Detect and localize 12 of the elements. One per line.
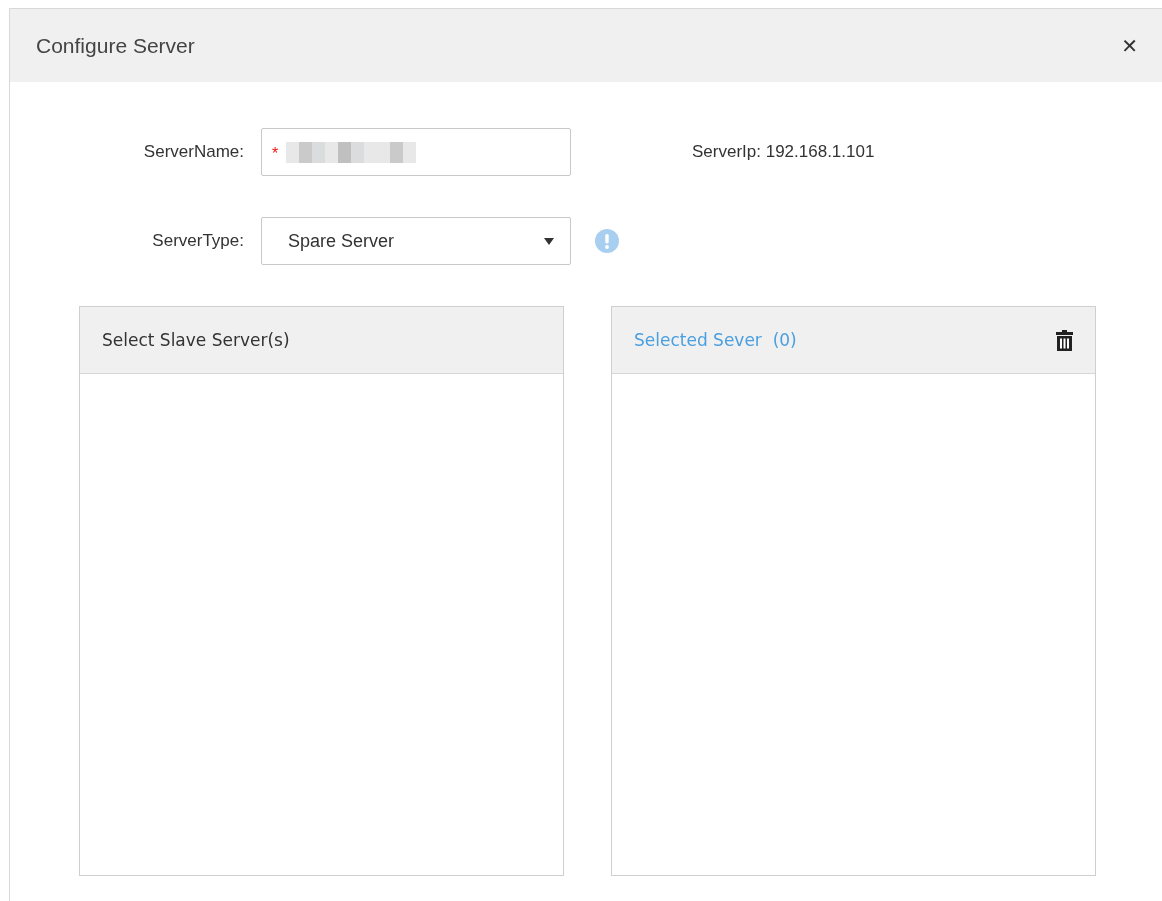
required-mark: * [272, 145, 279, 163]
panel-title: Select Slave Server(s) [102, 330, 290, 350]
field-label: ServerName: [142, 142, 244, 162]
close-button[interactable]: ✕ [1121, 33, 1138, 58]
trash-icon[interactable] [1056, 329, 1073, 351]
caret-icon [544, 237, 554, 245]
panel-title: Selected Sever (0) [634, 330, 797, 350]
server-type-dropdown[interactable]: Spare Server [261, 217, 571, 265]
server-name-field[interactable]: * [261, 128, 571, 176]
dialog-title: Configure Server [36, 33, 195, 58]
server-ip-text: ServerIp: 192.168.1.101 [692, 142, 875, 162]
field-label: ServerType: [151, 231, 244, 251]
